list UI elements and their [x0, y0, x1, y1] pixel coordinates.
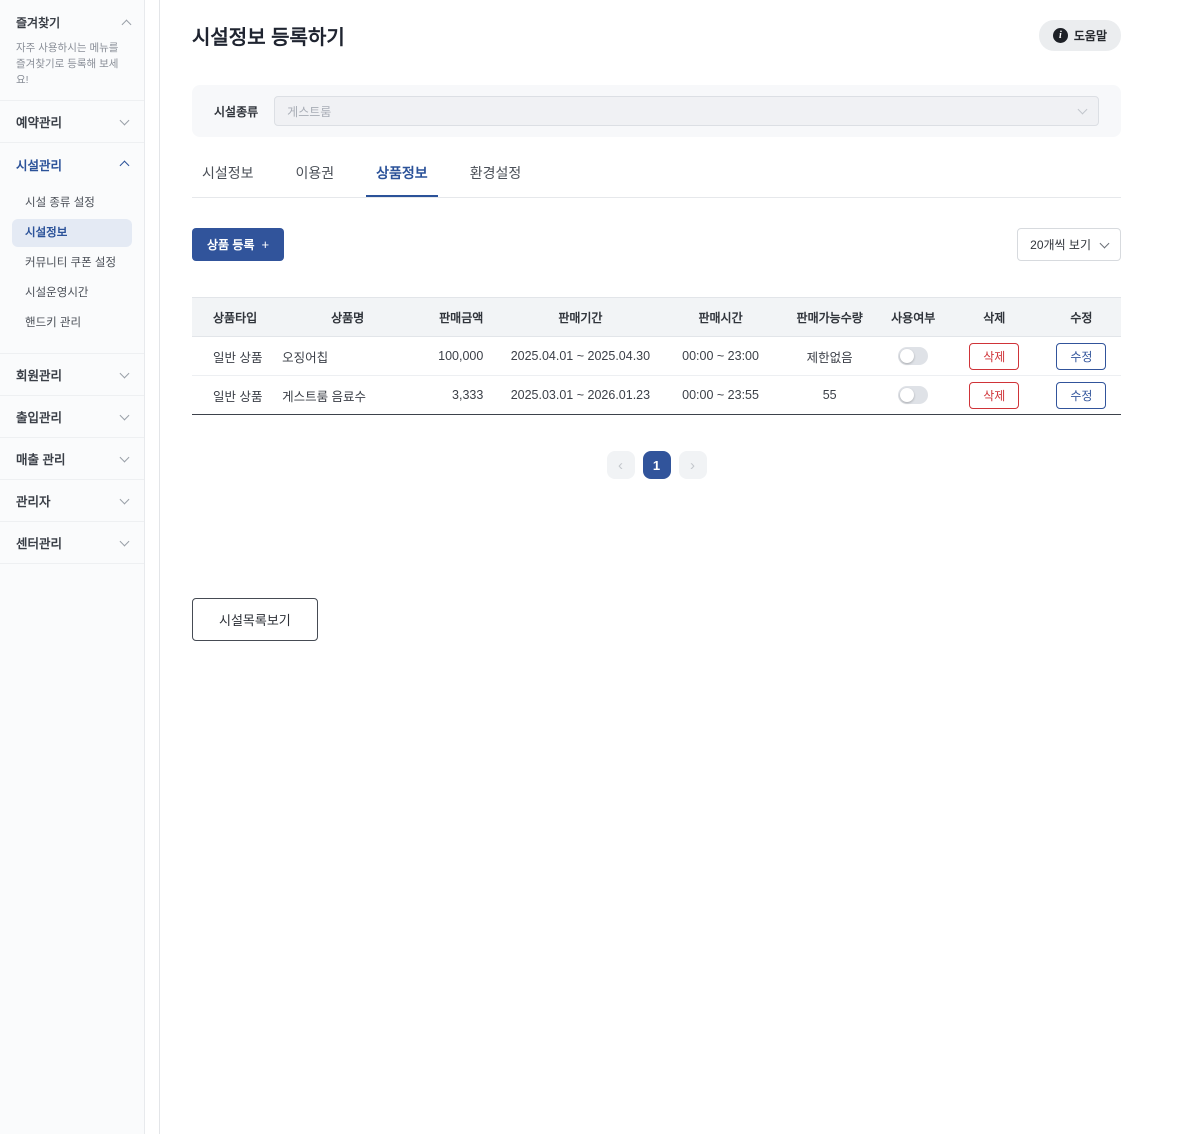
cell-name: 오징어칩: [274, 336, 422, 376]
facility-type-value: 게스트룸: [287, 104, 332, 119]
col-header-period: 판매기간: [499, 297, 662, 337]
table-header-row: 상품타입 상품명 판매금액 판매기간 판매시간 판매가능수량 사용여부 삭제 수…: [192, 297, 1121, 337]
enabled-toggle[interactable]: [898, 386, 929, 404]
tab-facility-info[interactable]: 시설정보: [192, 163, 264, 197]
sidebar-item-access[interactable]: 출입관리: [0, 396, 144, 439]
col-header-time: 판매시간: [661, 297, 780, 337]
chevron-down-icon: [1099, 238, 1110, 248]
sidebar-item-label: 출입관리: [16, 411, 63, 426]
tab-product-info[interactable]: 상품정보: [366, 163, 438, 197]
facility-type-filter: 시설종류 게스트룸: [192, 85, 1121, 137]
cell-type: 일반 상품: [192, 375, 275, 415]
cell-price: 100,000: [421, 336, 500, 376]
help-label: 도움말: [1073, 29, 1107, 43]
pagination: ‹ 1 ›: [192, 451, 1121, 479]
facility-submenu: 시설 종류 설정 시설정보 커뮤니티 쿠폰 설정 시설운영시간 핸드키 관리: [0, 185, 144, 355]
favorites-header[interactable]: 즐겨찾기: [16, 14, 132, 31]
chevron-down-icon: [1077, 104, 1088, 115]
cell-name: 게스트룸 음료수: [274, 375, 422, 415]
submenu-item-community-coupon[interactable]: 커뮤니티 쿠폰 설정: [12, 249, 132, 277]
toggle-knob: [900, 388, 915, 402]
cell-qty: 55: [779, 375, 880, 415]
cell-type: 일반 상품: [192, 336, 275, 376]
sidebar-item-label: 관리자: [16, 495, 51, 510]
help-button[interactable]: i 도움말: [1038, 20, 1121, 51]
toggle-knob: [900, 349, 915, 363]
edit-button[interactable]: 수정: [1056, 381, 1107, 409]
cell-time: 00:00 ~ 23:00: [661, 336, 780, 376]
col-header-enabled: 사용여부: [879, 297, 947, 337]
chevron-down-icon: [119, 536, 130, 547]
sidebar-item-label: 회원관리: [16, 369, 63, 384]
col-header-edit: 수정: [1041, 297, 1121, 337]
page-size-value: 20개씩 보기: [1030, 238, 1091, 252]
submenu-item-handkey[interactable]: 핸드키 관리: [12, 309, 132, 337]
pagination-next-button[interactable]: ›: [678, 451, 707, 479]
app-root: 즐겨찾기 자주 사용하시는 메뉴를 즐겨찾기로 등록해 보세요! 예약관리 시설…: [0, 0, 1198, 1134]
facility-type-label: 시설종류: [214, 104, 259, 119]
pagination-prev-button[interactable]: ‹: [606, 451, 635, 479]
col-header-qty: 판매가능수량: [779, 297, 880, 337]
chevron-down-icon: [119, 115, 130, 126]
info-icon: i: [1052, 28, 1068, 43]
sidebar-item-label: 예약관리: [16, 116, 63, 131]
sidebar-gutter: [145, 0, 160, 1134]
submenu-item-facility-type[interactable]: 시설 종류 설정: [12, 189, 132, 217]
submenu-item-facility-info[interactable]: 시설정보: [12, 219, 132, 248]
favorites-title: 즐겨찾기: [16, 16, 61, 30]
page-size-select[interactable]: 20개씩 보기: [1017, 228, 1121, 261]
footer-actions: 시설목록보기: [192, 598, 1121, 641]
cell-period: 2025.03.01 ~ 2026.01.23: [499, 375, 662, 415]
sidebar: 즐겨찾기 자주 사용하시는 메뉴를 즐겨찾기로 등록해 보세요! 예약관리 시설…: [0, 0, 145, 1134]
submenu-item-operating-hours[interactable]: 시설운영시간: [12, 279, 132, 307]
tab-pass[interactable]: 이용권: [286, 163, 345, 197]
sidebar-item-label: 센터관리: [16, 537, 63, 552]
page-header: 시설정보 등록하기 i 도움말: [192, 20, 1121, 51]
sidebar-item-label: 매출 관리: [16, 453, 66, 468]
col-header-type: 상품타입: [192, 297, 275, 337]
col-header-delete: 삭제: [946, 297, 1042, 337]
delete-button[interactable]: 삭제: [969, 342, 1020, 370]
sidebar-item-label: 시설관리: [16, 158, 63, 173]
chevron-up-icon: [119, 160, 130, 171]
facility-list-button[interactable]: 시설목록보기: [192, 598, 318, 641]
main-content: 시설정보 등록하기 i 도움말 시설종류 게스트룸 시설정보 이용권 상품정보 …: [160, 0, 1198, 1134]
tab-bar: 시설정보 이용권 상품정보 환경설정: [192, 163, 1121, 198]
tab-settings[interactable]: 환경설정: [460, 163, 532, 197]
delete-button[interactable]: 삭제: [969, 381, 1020, 409]
facility-type-select[interactable]: 게스트룸: [274, 96, 1099, 126]
favorites-section: 즐겨찾기 자주 사용하시는 메뉴를 즐겨찾기로 등록해 보세요!: [0, 0, 144, 102]
chevron-down-icon: [119, 410, 130, 421]
pagination-page-1[interactable]: 1: [642, 451, 671, 479]
sidebar-item-members[interactable]: 회원관리: [0, 354, 144, 397]
cell-time: 00:00 ~ 23:55: [661, 375, 780, 415]
sidebar-item-reservation[interactable]: 예약관리: [0, 101, 144, 144]
table-row: 일반 상품 게스트룸 음료수 3,333 2025.03.01 ~ 2026.0…: [192, 375, 1121, 415]
edit-button[interactable]: 수정: [1056, 342, 1107, 370]
add-product-button[interactable]: 상품 등록 +: [192, 228, 285, 261]
page-title: 시설정보 등록하기: [192, 27, 345, 49]
product-table: 상품타입 상품명 판매금액 판매기간 판매시간 판매가능수량 사용여부 삭제 수…: [192, 297, 1121, 415]
chevron-down-icon: [119, 368, 130, 379]
cell-qty: 제한없음: [779, 336, 880, 376]
col-header-name: 상품명: [274, 297, 422, 337]
sidebar-item-sales[interactable]: 매출 관리: [0, 438, 144, 481]
cell-price: 3,333: [421, 375, 500, 415]
cell-period: 2025.04.01 ~ 2025.04.30: [499, 336, 662, 376]
add-product-label: 상품 등록: [207, 238, 255, 252]
table-toolbar: 상품 등록 + 20개씩 보기: [192, 228, 1121, 261]
sidebar-item-center[interactable]: 센터관리: [0, 522, 144, 565]
chevron-down-icon: [119, 494, 130, 505]
table-row: 일반 상품 오징어칩 100,000 2025.04.01 ~ 2025.04.…: [192, 336, 1121, 376]
chevron-down-icon: [119, 452, 130, 463]
favorites-hint: 자주 사용하시는 메뉴를 즐겨찾기로 등록해 보세요!: [16, 42, 119, 86]
plus-icon: +: [261, 237, 270, 252]
chevron-up-icon: [121, 19, 132, 29]
sidebar-item-admin[interactable]: 관리자: [0, 480, 144, 523]
enabled-toggle[interactable]: [898, 347, 929, 365]
col-header-price: 판매금액: [421, 297, 500, 337]
sidebar-item-facility[interactable]: 시설관리: [0, 143, 144, 185]
